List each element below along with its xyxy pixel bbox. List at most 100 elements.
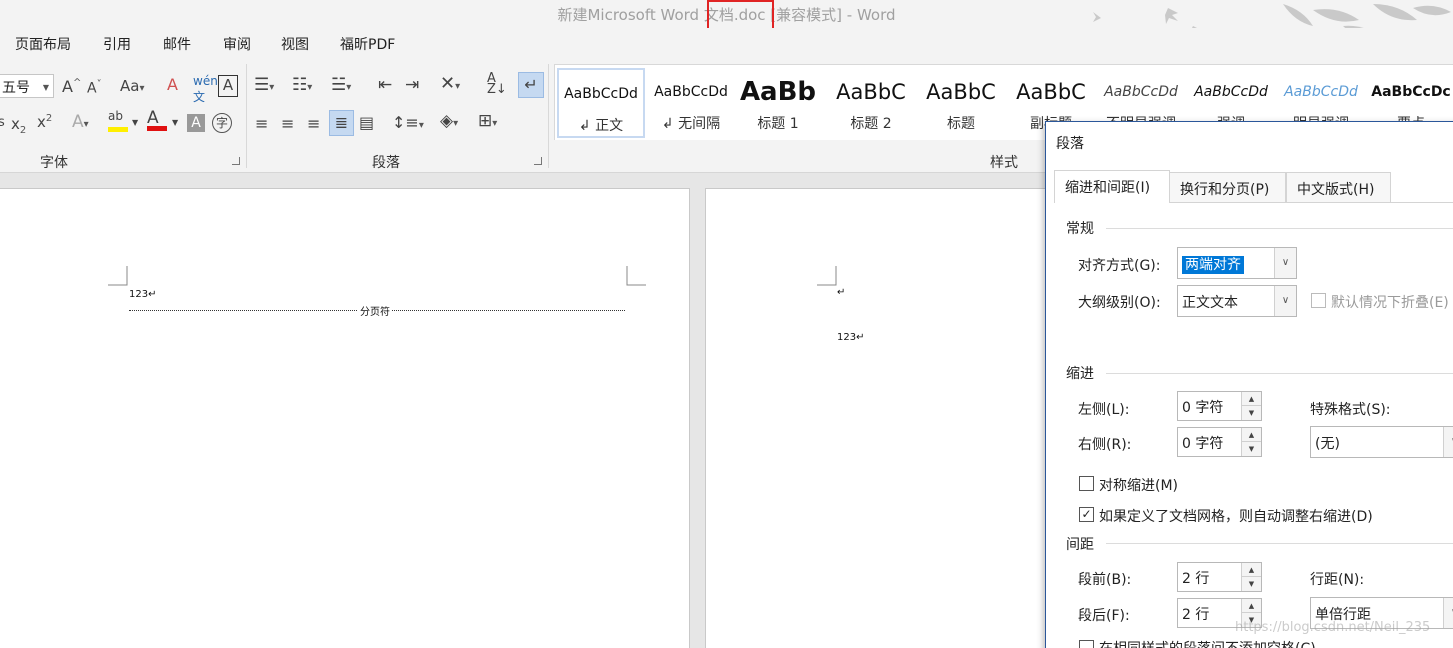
decrease-indent-icon[interactable]: ⇤ — [378, 75, 392, 95]
paragraph-dialog-launcher[interactable] — [534, 157, 542, 165]
chevron-down-icon[interactable]: ∨ — [1274, 286, 1296, 316]
chevron-down-icon[interactable]: ∨ — [1443, 598, 1453, 628]
right-indent-spinner[interactable]: 0 字符 ▲ ▼ — [1177, 427, 1262, 457]
left-indent-value: 0 字符 — [1182, 400, 1224, 416]
chevron-down-icon[interactable]: ▼ — [132, 118, 138, 127]
spin-down-icon[interactable]: ▼ — [1242, 406, 1261, 420]
paragraph-group-label: 段落 — [372, 155, 400, 171]
collapse-label: 默认情况下折叠(E) — [1331, 295, 1449, 311]
align-center-icon[interactable]: ≡ — [281, 114, 294, 133]
collapse-checkbox[interactable] — [1311, 293, 1326, 308]
font-dialog-launcher[interactable] — [232, 157, 240, 165]
show-hide-marks-icon[interactable]: ↵ — [518, 72, 544, 98]
subscript-icon[interactable]: x2 — [11, 115, 26, 136]
indent-section-title: 缩进 — [1066, 366, 1094, 382]
document-page-2[interactable]: ↵ 123↵ — [705, 188, 1065, 648]
special-indent-label: 特殊格式(S): — [1310, 402, 1391, 418]
tab-foxit-pdf[interactable]: 福昕PDF — [340, 34, 395, 54]
strikethrough-icon[interactable]: s — [0, 115, 5, 130]
group-separator — [246, 64, 247, 168]
superscript-icon[interactable]: x2 — [37, 113, 52, 131]
spin-up-icon[interactable]: ▲ — [1242, 599, 1261, 613]
crop-mark — [817, 266, 837, 286]
grow-font-icon[interactable]: A^ — [62, 77, 81, 96]
tab-view[interactable]: 视图 — [281, 34, 309, 54]
line-spacing-icon[interactable]: ↕≡▾ — [392, 113, 424, 132]
mirror-indents-checkbox[interactable] — [1079, 476, 1094, 491]
watermark-text: https://blog.csdn.net/Neil_235 — [1235, 620, 1431, 635]
highlight-icon[interactable]: ab — [108, 110, 128, 134]
align-left-icon[interactable]: ≡ — [255, 114, 268, 133]
shading-icon[interactable]: ◈▾ — [440, 111, 458, 131]
space-before-spinner[interactable]: 2 行 ▲ ▼ — [1177, 562, 1262, 592]
alignment-value: 两端对齐 — [1182, 256, 1244, 274]
paragraph-text[interactable]: 123↵ — [837, 332, 864, 343]
outline-level-value: 正文文本 — [1182, 295, 1238, 311]
chevron-down-icon: ▼ — [42, 83, 49, 92]
borders-icon[interactable]: ⊞▾ — [478, 111, 497, 131]
align-right-icon[interactable]: ≡ — [307, 114, 320, 133]
no-space-same-style-checkbox[interactable] — [1079, 640, 1094, 648]
paragraph-dialog: 段落 缩进和间距(I) 换行和分页(P) 中文版式(H) 常规 对齐方式(G):… — [1045, 121, 1453, 648]
section-divider — [1106, 543, 1453, 544]
font-size-dropdown[interactable]: 五号 ▼ — [0, 74, 54, 98]
enclose-characters-icon[interactable]: 字 — [212, 113, 232, 133]
tab-indents-spacing[interactable]: 缩进和间距(I) — [1054, 170, 1170, 203]
paragraph-text[interactable]: 123↵ — [129, 289, 156, 300]
line-spacing-label: 行距(N): — [1310, 572, 1365, 588]
text-effects-icon[interactable]: A▾ — [72, 112, 89, 132]
section-divider — [1106, 228, 1453, 229]
chevron-down-icon[interactable]: ∨ — [1443, 427, 1453, 457]
clear-formatting-icon[interactable]: A — [167, 75, 178, 94]
outline-level-label: 大纲级别(O): — [1078, 295, 1161, 311]
tab-page-layout[interactable]: 页面布局 — [15, 34, 71, 54]
shrink-font-icon[interactable]: A˅ — [87, 79, 102, 97]
style-normal[interactable]: AaBbCcDd ↲ 正文 — [557, 68, 645, 138]
phonetic-guide-icon[interactable]: wén 文 — [193, 74, 218, 105]
numbering-icon[interactable]: ☷▾ — [292, 75, 312, 95]
font-color-icon[interactable]: A — [147, 110, 167, 142]
style-heading-2[interactable]: AaBbC 标题 2 — [827, 68, 915, 138]
spin-up-icon[interactable]: ▲ — [1242, 392, 1261, 406]
style-title[interactable]: AaBbC 标题 — [917, 68, 1005, 138]
change-case-icon[interactable]: Aa▾ — [120, 77, 144, 95]
left-indent-spinner[interactable]: 0 字符 ▲ ▼ — [1177, 391, 1262, 421]
justify-icon[interactable]: ≣ — [329, 110, 354, 136]
ribbon-tabs: 页面布局 引用 邮件 审阅 视图 福昕PDF — [0, 28, 1453, 58]
alignment-label: 对齐方式(G): — [1078, 258, 1161, 274]
special-indent-value: (无) — [1315, 436, 1340, 452]
spin-up-icon[interactable]: ▲ — [1242, 428, 1261, 442]
spin-down-icon[interactable]: ▼ — [1242, 577, 1261, 591]
tab-mailings[interactable]: 邮件 — [163, 34, 191, 54]
chinese-layout-icon[interactable]: ✕▾ — [440, 73, 460, 94]
tab-review[interactable]: 审阅 — [223, 34, 251, 54]
bullets-icon[interactable]: ☰▾ — [254, 75, 274, 95]
tab-line-page-breaks[interactable]: 换行和分页(P) — [1169, 172, 1286, 203]
multilevel-list-icon[interactable]: ☱▾ — [331, 75, 351, 95]
character-shading-icon[interactable]: A — [187, 114, 205, 132]
tab-references[interactable]: 引用 — [103, 34, 131, 54]
distributed-icon[interactable]: ▤ — [359, 113, 374, 132]
section-divider — [1106, 373, 1453, 374]
no-space-same-style-label: 在相同样式的段落间不添加空格(C) — [1099, 638, 1316, 648]
alignment-dropdown[interactable]: 两端对齐 ∨ — [1177, 247, 1297, 279]
mirror-indents-label: 对称缩进(M) — [1099, 478, 1179, 494]
special-indent-dropdown[interactable]: (无) ∨ — [1310, 426, 1453, 458]
group-separator — [548, 64, 549, 168]
chevron-down-icon[interactable]: ∨ — [1274, 248, 1296, 278]
style-heading-1[interactable]: AaBb 标题 1 — [737, 68, 819, 138]
style-no-spacing[interactable]: AaBbCcDd ↲ 无间隔 — [647, 68, 735, 138]
paragraph-mark: ↵ — [837, 287, 846, 298]
styles-group-label: 样式 — [990, 155, 1018, 171]
character-border-icon[interactable]: A — [218, 75, 238, 97]
document-page-1[interactable]: 123↵ 分页符 — [0, 188, 690, 648]
sort-icon[interactable]: A Z↓ — [487, 72, 507, 96]
increase-indent-icon[interactable]: ⇥ — [405, 75, 419, 95]
chevron-down-icon[interactable]: ▼ — [172, 118, 178, 127]
auto-adjust-checkbox[interactable]: ✓ — [1079, 507, 1094, 522]
spin-up-icon[interactable]: ▲ — [1242, 563, 1261, 577]
tab-asian-typography[interactable]: 中文版式(H) — [1286, 172, 1391, 203]
spin-down-icon[interactable]: ▼ — [1242, 442, 1261, 456]
crop-mark — [108, 266, 128, 286]
outline-level-dropdown[interactable]: 正文文本 ∨ — [1177, 285, 1297, 317]
